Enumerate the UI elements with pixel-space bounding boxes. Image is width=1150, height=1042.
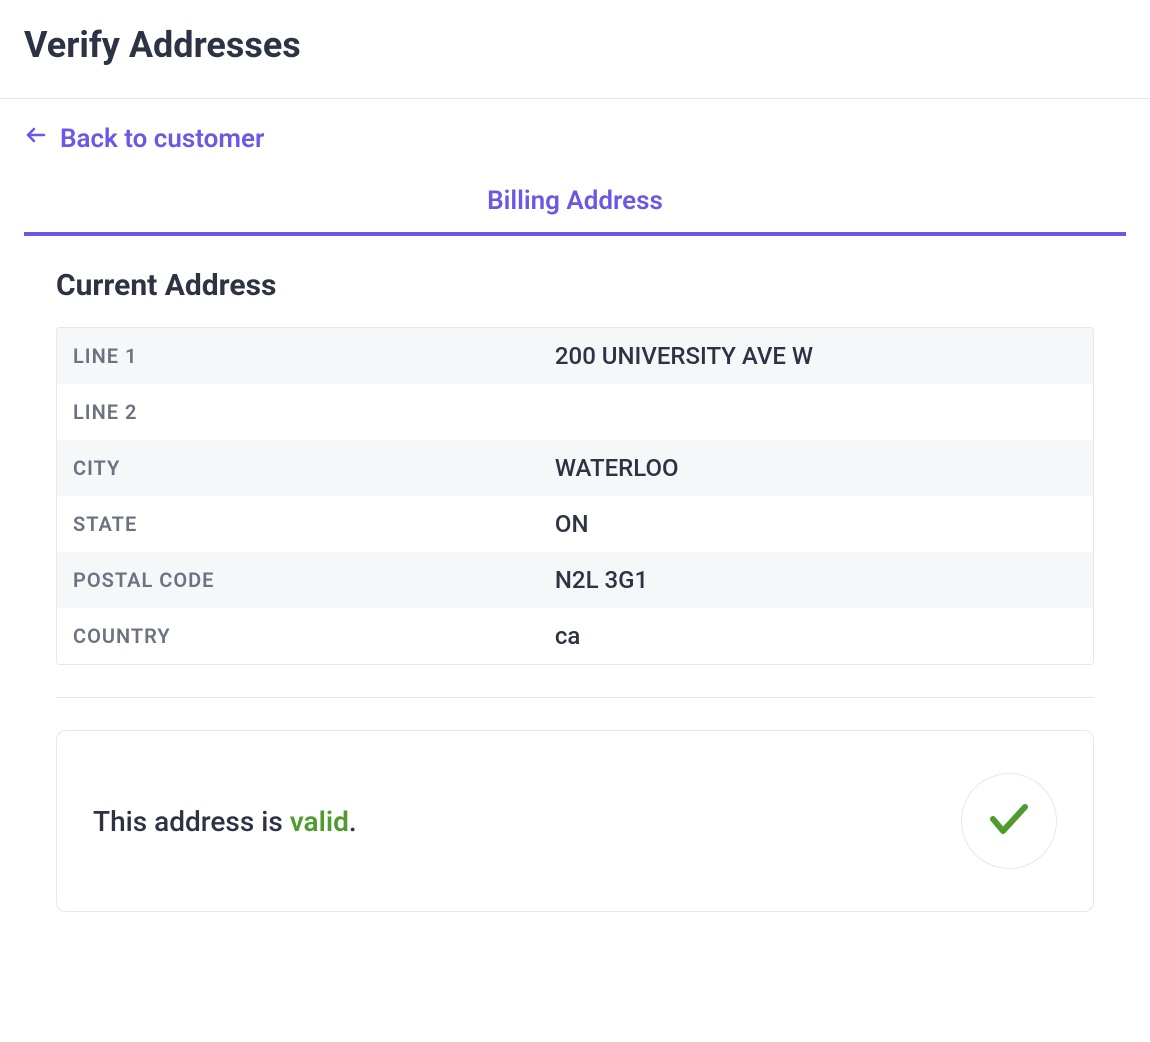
address-label: COUNTRY [73,624,555,648]
current-address-section: Current Address LINE 1 200 UNIVERSITY AV… [24,236,1126,912]
address-label: LINE 2 [73,400,555,424]
status-prefix: This address is [93,805,290,838]
address-row-city: CITY WATERLOO [57,440,1093,496]
address-row-line1: LINE 1 200 UNIVERSITY AVE W [57,328,1093,384]
address-value: 200 UNIVERSITY AVE W [555,342,1077,370]
back-to-customer-link[interactable]: Back to customer [24,123,264,154]
address-row-country: COUNTRY ca [57,608,1093,664]
page-title: Verify Addresses [24,24,1126,66]
address-label: LINE 1 [73,344,555,368]
address-label: CITY [73,456,555,480]
back-link-label: Back to customer [60,124,264,154]
address-label: POSTAL CODE [73,568,555,592]
tabs: Billing Address [24,186,1126,236]
divider [56,697,1094,698]
address-value: ON [555,510,1077,538]
page-header: Verify Addresses [0,0,1150,99]
address-row-line2: LINE 2 [57,384,1093,440]
address-row-postal-code: POSTAL CODE N2L 3G1 [57,552,1093,608]
validation-status-icon-container [961,773,1057,869]
address-value: ca [555,622,1077,650]
validation-status-card: This address is valid. [56,730,1094,912]
validation-status-text: This address is valid. [93,805,357,838]
address-table: LINE 1 200 UNIVERSITY AVE W LINE 2 CITY … [56,327,1094,665]
tab-billing-address[interactable]: Billing Address [487,186,663,216]
status-word: valid [290,805,349,838]
check-icon [985,795,1033,847]
arrow-left-icon [24,123,48,154]
status-suffix: . [349,805,357,838]
address-value: N2L 3G1 [555,566,1077,594]
address-label: STATE [73,512,555,536]
content-area: Back to customer Billing Address Current… [0,99,1150,912]
address-value: WATERLOO [555,454,1077,482]
current-address-title: Current Address [56,268,1094,303]
address-row-state: STATE ON [57,496,1093,552]
